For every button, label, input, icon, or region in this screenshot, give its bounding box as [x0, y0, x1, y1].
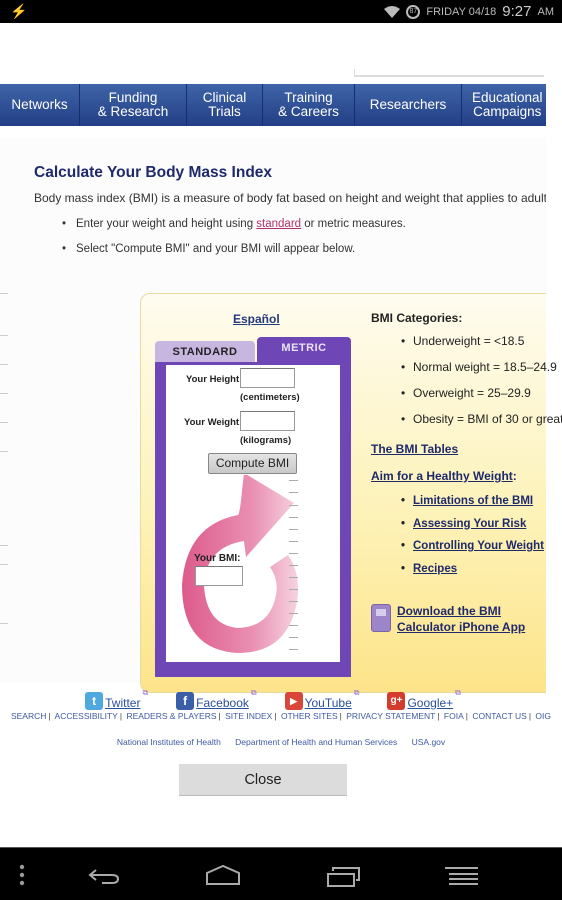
system-nav-bar	[0, 847, 562, 900]
aim-item: Recipes	[371, 563, 544, 575]
social-google-plus[interactable]: g+ Google+ ⧉	[387, 688, 461, 710]
aim-heading: Aim for a Healthy Weight:	[371, 469, 517, 483]
status-date: FRIDAY 04/18	[426, 5, 497, 18]
espanol-link[interactable]: Español	[233, 312, 280, 326]
external-link-icon: ⧉	[455, 688, 461, 697]
aim-item: Limitations of the BMI	[371, 495, 544, 507]
social-links: t Twitter ⧉ f Facebook ⧉ ▶ YouTube ⧉ g+ Goo…	[0, 688, 546, 710]
limitations-link[interactable]: Limitations of the BMI	[413, 495, 533, 507]
footer-link-search[interactable]: SEARCH	[11, 711, 46, 721]
facebook-icon: f	[176, 692, 195, 710]
height-label: Your Height:	[186, 374, 243, 385]
instruction-item: Select "Compute BMI" and your BMI will a…	[62, 243, 406, 255]
weight-label: Your Weight:	[184, 417, 243, 428]
footer-link-readers-players[interactable]: READERS & PLAYERS	[126, 711, 216, 721]
social-facebook[interactable]: f Facebook ⧉	[176, 688, 257, 710]
height-input[interactable]	[240, 368, 295, 388]
page-title: Calculate Your Body Mass Index	[34, 164, 273, 181]
google-plus-icon: g+	[387, 692, 406, 710]
flash-bolt-icon: ⚡	[10, 3, 28, 19]
category-item: Underweight = <18.5	[371, 334, 562, 348]
nav-item-networks[interactable]: Networks	[0, 84, 80, 126]
form-inner: Your Height: (centimeters) Your Weight: …	[166, 365, 340, 662]
external-link-icon: ⧉	[353, 688, 360, 697]
instruction-item: Enter your weight and height using stand…	[62, 218, 406, 230]
wifi-icon	[384, 5, 401, 18]
assessing-risk-link[interactable]: Assessing Your Risk	[413, 518, 526, 530]
webview: Networks Funding & Research Clinical Tri…	[0, 23, 562, 760]
menu-icon[interactable]	[445, 866, 479, 886]
close-button[interactable]: Close	[179, 764, 347, 796]
nav-item-researchers[interactable]: Researchers	[355, 84, 462, 126]
recent-apps-icon[interactable]	[327, 865, 361, 887]
usagov-link[interactable]: USA.gov	[412, 737, 446, 747]
download-app-link[interactable]: Download the BMI Calculator iPhone App	[397, 603, 525, 635]
back-icon[interactable]	[88, 866, 120, 886]
footer-link-oig[interactable]: OIG	[535, 711, 551, 721]
aim-item: Controlling Your Weight	[371, 540, 544, 552]
social-youtube[interactable]: ▶ YouTube ⧉	[284, 688, 360, 710]
nav-item-educational-campaigns[interactable]: Educational Campaigns	[462, 84, 546, 126]
battery-icon: 87	[406, 4, 421, 19]
categories-list: Underweight = <18.5 Normal weight = 18.5…	[371, 334, 562, 426]
nih-link[interactable]: National Institutes of Health	[117, 737, 221, 747]
bmi-categories: BMI Categories: Underweight = <18.5 Norm…	[371, 311, 562, 438]
footer-link-contact[interactable]: CONTACT US	[472, 711, 526, 721]
categories-title: BMI Categories:	[371, 311, 463, 325]
nav-item-clinical-trials[interactable]: Clinical Trials	[187, 84, 263, 126]
weight-input[interactable]	[240, 411, 295, 431]
metric-form: Your Height: (centimeters) Your Weight: …	[155, 362, 351, 677]
bmi-tables-link[interactable]: The BMI Tables	[371, 442, 458, 456]
calculator-app-icon[interactable]	[371, 604, 391, 632]
intro-text: Body mass index (BMI) is a measure of bo…	[34, 191, 546, 205]
category-item: Normal weight = 18.5–24.9	[371, 360, 562, 374]
aim-healthy-weight-link[interactable]: Aim for a Healthy Weight	[371, 469, 513, 483]
hhs-link[interactable]: Department of Health and Human Services	[235, 737, 397, 747]
aim-item: Assessing Your Risk	[371, 518, 544, 530]
category-item: Overweight = 25–29.9	[371, 386, 562, 400]
social-twitter[interactable]: t Twitter ⧉	[85, 688, 148, 710]
footer-link-accessibility[interactable]: ACCESSIBILITY	[55, 711, 118, 721]
main-nav: Networks Funding & Research Clinical Tri…	[0, 84, 546, 126]
nav-item-funding-research[interactable]: Funding & Research	[80, 84, 187, 126]
footer-link-foia[interactable]: FOIA	[444, 711, 464, 721]
height-unit: (centimeters)	[240, 392, 300, 403]
twitter-icon: t	[85, 692, 104, 710]
nav-item-training-careers[interactable]: Training & Careers	[263, 84, 355, 126]
tab-metric[interactable]: METRIC	[257, 337, 351, 363]
instructions-list: Enter your weight and height using stand…	[62, 218, 406, 268]
footer-link-other-sites[interactable]: OTHER SITES	[281, 711, 338, 721]
weight-unit: (kilograms)	[240, 435, 292, 446]
footer-orgs: National Institutes of Health Department…	[0, 737, 562, 747]
recipes-link[interactable]: Recipes	[413, 563, 457, 575]
compute-bmi-button[interactable]: Compute BMI	[208, 453, 297, 474]
cycle-arrow-graphic	[182, 475, 299, 653]
controlling-weight-link[interactable]: Controlling Your Weight	[413, 540, 544, 552]
bmi-result-field	[195, 566, 243, 586]
unit-tabs: STANDARD METRIC	[155, 337, 351, 363]
standard-link[interactable]: standard	[256, 218, 301, 230]
search-field[interactable]	[354, 69, 544, 77]
arrow-shape	[182, 475, 299, 653]
bmi-calculator: Español STANDARD METRIC Your Height: (ce…	[140, 293, 562, 693]
overflow-menu-icon[interactable]	[18, 864, 26, 886]
home-icon[interactable]	[206, 864, 240, 886]
main-content: Calculate Your Body Mass Index Body mass…	[0, 138, 562, 693]
bmi-result-label: Your BMI:	[194, 553, 241, 564]
category-item: Obesity = BMI of 30 or greater	[371, 412, 562, 426]
footer-links: SEARCH | ACCESSIBILITY | READERS & PLAYERS…	[10, 711, 552, 721]
status-ampm: AM	[537, 5, 555, 18]
tab-standard[interactable]: STANDARD	[155, 341, 255, 363]
status-bar: ⚡ 87 FRIDAY 04/18 9:27 AM	[0, 0, 562, 23]
aim-list: Limitations of the BMI Assessing Your Ri…	[371, 495, 544, 585]
external-link-icon: ⧉	[250, 688, 257, 697]
external-link-icon: ⧉	[142, 688, 149, 697]
footer-link-site-index[interactable]: SITE INDEX	[225, 711, 272, 721]
status-right: 87 FRIDAY 04/18 9:27 AM	[384, 3, 554, 20]
status-time: 9:27	[502, 3, 532, 20]
youtube-icon: ▶	[284, 692, 303, 710]
footer-link-privacy[interactable]: PRIVACY STATEMENT	[346, 711, 435, 721]
